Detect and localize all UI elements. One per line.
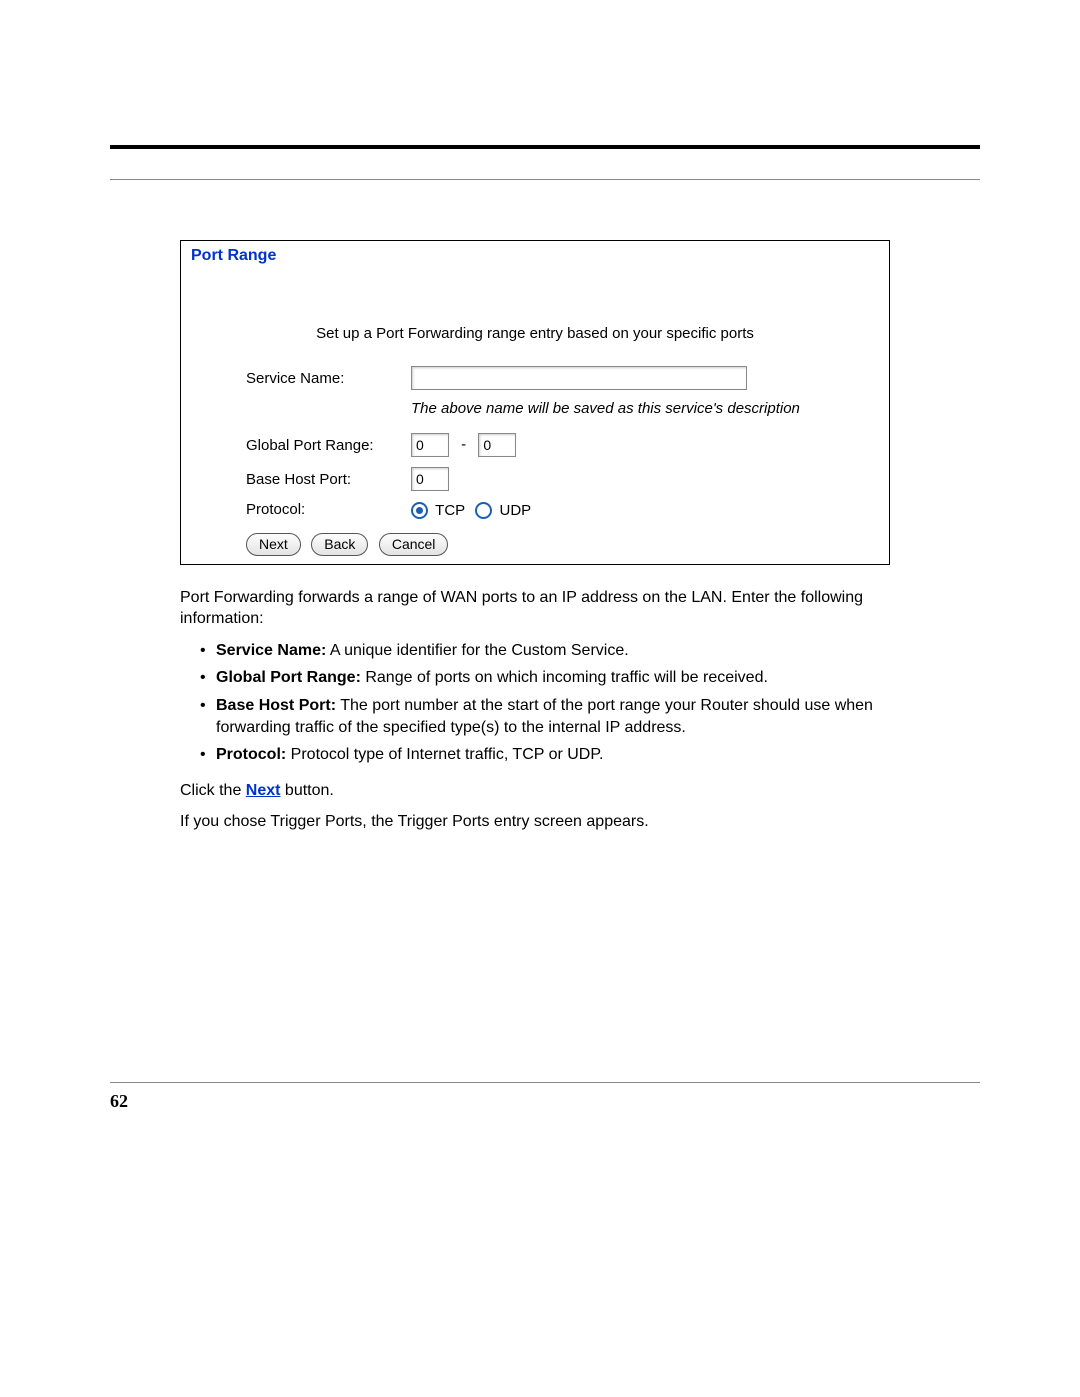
service-name-label: Service Name: (246, 370, 411, 387)
footer-rule (110, 1082, 980, 1083)
panel-intro: Set up a Port Forwarding range entry bas… (191, 325, 879, 342)
top-thin-rule (110, 179, 980, 180)
protocol-udp-label: UDP (500, 502, 532, 519)
protocol-label: Protocol: (246, 501, 411, 518)
protocol-tcp-label: TCP (435, 502, 465, 519)
base-host-port-label: Base Host Port: (246, 471, 411, 488)
list-item: Global Port Range: Range of ports on whi… (200, 667, 890, 689)
list-item: Protocol: Protocol type of Internet traf… (200, 744, 890, 766)
trigger-ports-paragraph: If you chose Trigger Ports, the Trigger … (180, 811, 890, 833)
intro-paragraph: Port Forwarding forwards a range of WAN … (180, 587, 890, 630)
button-row: Next Back Cancel (246, 533, 879, 556)
base-host-port-input[interactable] (411, 467, 449, 491)
list-item: Service Name: A unique identifier for th… (200, 640, 890, 662)
click-next-paragraph: Click the Next button. (180, 780, 890, 802)
global-port-range-label: Global Port Range: (246, 437, 411, 454)
service-name-note: The above name will be saved as this ser… (411, 400, 879, 417)
click-pre: Click the (180, 782, 246, 799)
panel-title: Port Range (191, 247, 879, 265)
body-text: Port Forwarding forwards a range of WAN … (180, 587, 890, 833)
global-port-start-input[interactable] (411, 433, 449, 457)
top-thick-rule (110, 145, 980, 149)
page-number: 62 (110, 1091, 980, 1112)
definition-list: Service Name: A unique identifier for th… (180, 640, 890, 766)
port-range-panel: Port Range Set up a Port Forwarding rang… (180, 240, 890, 565)
range-dash: - (461, 436, 466, 453)
click-post: button. (280, 782, 333, 799)
bullet-bold: Protocol: (216, 746, 286, 763)
protocol-tcp-radio[interactable] (411, 502, 428, 519)
form-table: Service Name: The above name will be sav… (246, 366, 879, 519)
bullet-text: Protocol type of Internet traffic, TCP o… (286, 746, 603, 763)
next-button[interactable]: Next (246, 533, 301, 556)
bullet-bold: Global Port Range: (216, 669, 361, 686)
back-button[interactable]: Back (311, 533, 368, 556)
bullet-text: A unique identifier for the Custom Servi… (326, 642, 628, 659)
service-name-input[interactable] (411, 366, 747, 390)
bullet-text: Range of ports on which incoming traffic… (361, 669, 768, 686)
bullet-bold: Base Host Port: (216, 697, 336, 714)
protocol-udp-radio[interactable] (475, 502, 492, 519)
global-port-end-input[interactable] (478, 433, 516, 457)
page-footer: 62 (110, 1082, 980, 1112)
next-link[interactable]: Next (246, 782, 281, 799)
list-item: Base Host Port: The port number at the s… (200, 695, 890, 738)
cancel-button[interactable]: Cancel (379, 533, 449, 556)
bullet-bold: Service Name: (216, 642, 326, 659)
